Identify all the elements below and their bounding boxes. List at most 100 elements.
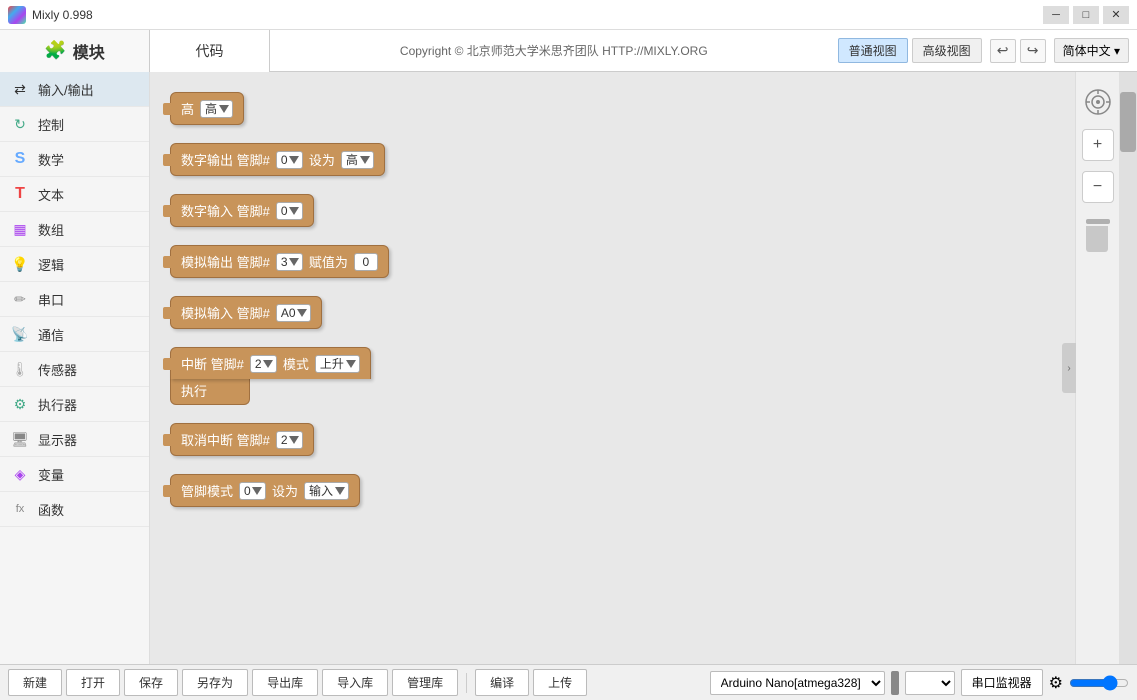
delete-button[interactable] bbox=[1086, 219, 1110, 252]
block-pin-mode[interactable]: 管脚模式 012 设为 输入输出 bbox=[170, 474, 360, 507]
sidebar: ⇄ 输入/输出 ↻ 控制 S 数学 T 文本 ▦ 数组 💡 逻辑 ✏ 串口 📡 bbox=[0, 72, 150, 664]
block-high-label: 高 bbox=[181, 99, 194, 118]
canvas-area[interactable]: 高 高 低 数字输出 管脚# 0123 设为 高低 bbox=[150, 72, 1137, 664]
block-interrupt-mode[interactable]: 上升下降变化 bbox=[315, 355, 360, 373]
block-digital-in[interactable]: 数字输入 管脚# 012 bbox=[170, 194, 314, 227]
sidebar-item-sensor[interactable]: 🌡 传感器 bbox=[0, 352, 149, 387]
export-lib-button[interactable]: 导出库 bbox=[252, 669, 318, 696]
app-logo bbox=[8, 6, 26, 24]
sidebar-item-control-label: 控制 bbox=[38, 115, 64, 134]
serial-monitor-button[interactable]: 串口监视器 bbox=[961, 669, 1043, 696]
block-digital-out-pin[interactable]: 0123 bbox=[276, 151, 303, 169]
sidebar-item-display[interactable]: 🖥 显示器 bbox=[0, 422, 149, 457]
open-button[interactable]: 打开 bbox=[66, 669, 120, 696]
display-icon: 🖥 bbox=[10, 429, 30, 449]
block-interrupt-label1: 中断 管脚# bbox=[181, 354, 244, 373]
minimize-button[interactable]: ─ bbox=[1043, 6, 1069, 24]
block-analog-in-label1: 模拟输入 管脚# bbox=[181, 303, 270, 322]
serial-icon: ✏ bbox=[10, 289, 30, 309]
zoom-out-button[interactable]: − bbox=[1082, 171, 1114, 203]
array-icon: ▦ bbox=[10, 219, 30, 239]
board-selector[interactable]: Arduino Nano[atmega328] Arduino Uno bbox=[710, 671, 885, 695]
block-analog-out-value[interactable]: 0 bbox=[354, 253, 378, 271]
sidebar-item-array[interactable]: ▦ 数组 bbox=[0, 212, 149, 247]
block-analog-out[interactable]: 模拟输出 管脚# 3569 赋值为 0 bbox=[170, 245, 389, 278]
communication-icon: 📡 bbox=[10, 324, 30, 344]
language-selector[interactable]: 简体中文 ▾ bbox=[1054, 38, 1129, 63]
sidebar-item-text-label: 文本 bbox=[38, 185, 64, 204]
vertical-scrollbar[interactable] bbox=[1119, 72, 1137, 664]
block-digital-in-pin[interactable]: 012 bbox=[276, 202, 303, 220]
block-interrupt-pin[interactable]: 23 bbox=[250, 355, 277, 373]
block-digital-out-value[interactable]: 高低 bbox=[341, 151, 374, 169]
sidebar-item-display-label: 显示器 bbox=[38, 430, 77, 449]
undo-button[interactable]: ↩ bbox=[990, 39, 1016, 63]
advanced-view-button[interactable]: 高级视图 bbox=[912, 38, 982, 63]
board-dropdown-btn[interactable] bbox=[891, 671, 899, 695]
sensor-icon: 🌡 bbox=[10, 359, 30, 379]
sidebar-item-variable[interactable]: ◈ 变量 bbox=[0, 457, 149, 492]
settings-icon[interactable]: ⚙ bbox=[1049, 673, 1063, 693]
sidebar-item-communication[interactable]: 📡 通信 bbox=[0, 317, 149, 352]
block-row-digital-in: 数字输入 管脚# 012 bbox=[170, 194, 1099, 227]
toolbar-sep1 bbox=[466, 673, 467, 693]
redo-button[interactable]: ↪ bbox=[1020, 39, 1046, 63]
zoom-slider[interactable] bbox=[1069, 675, 1129, 691]
block-analog-in[interactable]: 模拟输入 管脚# A0A1A2A3 bbox=[170, 296, 322, 329]
block-analog-out-pin[interactable]: 3569 bbox=[276, 253, 303, 271]
maximize-button[interactable]: □ bbox=[1073, 6, 1099, 24]
copyright-text: Copyright © 北京师范大学米思齐团队 HTTP://MIXLY.ORG bbox=[270, 42, 838, 59]
upload-button[interactable]: 上传 bbox=[533, 669, 587, 696]
header: 🧩 模块 代码 Copyright © 北京师范大学米思齐团队 HTTP://M… bbox=[0, 30, 1137, 72]
block-row-pin-mode: 管脚模式 012 设为 输入输出 bbox=[170, 474, 1099, 507]
block-row-high: 高 高 低 bbox=[170, 92, 1099, 125]
block-pin-mode-pin[interactable]: 012 bbox=[239, 482, 266, 500]
block-pin-mode-value[interactable]: 输入输出 bbox=[304, 482, 349, 500]
sidebar-item-math[interactable]: S 数学 bbox=[0, 142, 149, 177]
sidebar-item-control[interactable]: ↻ 控制 bbox=[0, 107, 149, 142]
save-button[interactable]: 保存 bbox=[124, 669, 178, 696]
sidebar-item-io[interactable]: ⇄ 输入/输出 bbox=[0, 72, 149, 107]
title-bar-left: Mixly 0.998 bbox=[8, 6, 93, 24]
panel-toggle[interactable]: › bbox=[1062, 343, 1076, 393]
zoom-in-button[interactable]: + bbox=[1082, 129, 1114, 161]
block-row-analog-in: 模拟输入 管脚# A0A1A2A3 bbox=[170, 296, 1099, 329]
close-button[interactable]: ✕ bbox=[1103, 6, 1129, 24]
import-lib-button[interactable]: 导入库 bbox=[322, 669, 388, 696]
block-cancel-interrupt[interactable]: 取消中断 管脚# 23 bbox=[170, 423, 314, 456]
main-area: ⇄ 输入/输出 ↻ 控制 S 数学 T 文本 ▦ 数组 💡 逻辑 ✏ 串口 📡 bbox=[0, 72, 1137, 664]
blocks-tab[interactable]: 🧩 模块 bbox=[0, 30, 150, 72]
block-interrupt-header[interactable]: 中断 管脚# 23 模式 上升下降变化 bbox=[170, 347, 371, 379]
sidebar-item-function[interactable]: fx 函数 bbox=[0, 492, 149, 527]
block-interrupt-label2: 模式 bbox=[283, 354, 309, 373]
function-icon: fx bbox=[10, 499, 30, 519]
target-icon[interactable] bbox=[1084, 88, 1112, 119]
new-button[interactable]: 新建 bbox=[8, 669, 62, 696]
compile-button[interactable]: 编译 bbox=[475, 669, 529, 696]
block-high-dropdown[interactable]: 高 低 bbox=[200, 100, 233, 118]
block-analog-in-pin[interactable]: A0A1A2A3 bbox=[276, 304, 311, 322]
actuator-icon: ⚙ bbox=[10, 394, 30, 414]
block-row-cancel-interrupt: 取消中断 管脚# 23 bbox=[170, 423, 1099, 456]
sidebar-item-serial-label: 串口 bbox=[38, 290, 64, 309]
sidebar-item-text[interactable]: T 文本 bbox=[0, 177, 149, 212]
sidebar-item-serial[interactable]: ✏ 串口 bbox=[0, 282, 149, 317]
math-icon: S bbox=[10, 149, 30, 169]
sidebar-item-io-label: 输入/输出 bbox=[38, 80, 94, 99]
view-controls: 普通视图 高级视图 bbox=[838, 38, 982, 63]
block-cancel-interrupt-pin[interactable]: 23 bbox=[276, 431, 303, 449]
sidebar-item-logic[interactable]: 💡 逻辑 bbox=[0, 247, 149, 282]
zoom-slider-area bbox=[1069, 675, 1129, 691]
bottom-toolbar: 新建 打开 保存 另存为 导出库 导入库 管理库 编译 上传 Arduino N… bbox=[0, 664, 1137, 700]
port-selector[interactable]: COM1 COM3 bbox=[905, 671, 955, 695]
block-analog-out-label2: 赋值为 bbox=[309, 252, 348, 271]
block-high[interactable]: 高 高 低 bbox=[170, 92, 244, 125]
sidebar-item-actuator[interactable]: ⚙ 执行器 bbox=[0, 387, 149, 422]
code-tab[interactable]: 代码 bbox=[150, 30, 270, 72]
window-controls: ─ □ ✕ bbox=[1043, 6, 1129, 24]
block-digital-out[interactable]: 数字输出 管脚# 0123 设为 高低 bbox=[170, 143, 385, 176]
variable-icon: ◈ bbox=[10, 464, 30, 484]
manage-lib-button[interactable]: 管理库 bbox=[392, 669, 458, 696]
save-as-button[interactable]: 另存为 bbox=[182, 669, 248, 696]
normal-view-button[interactable]: 普通视图 bbox=[838, 38, 908, 63]
